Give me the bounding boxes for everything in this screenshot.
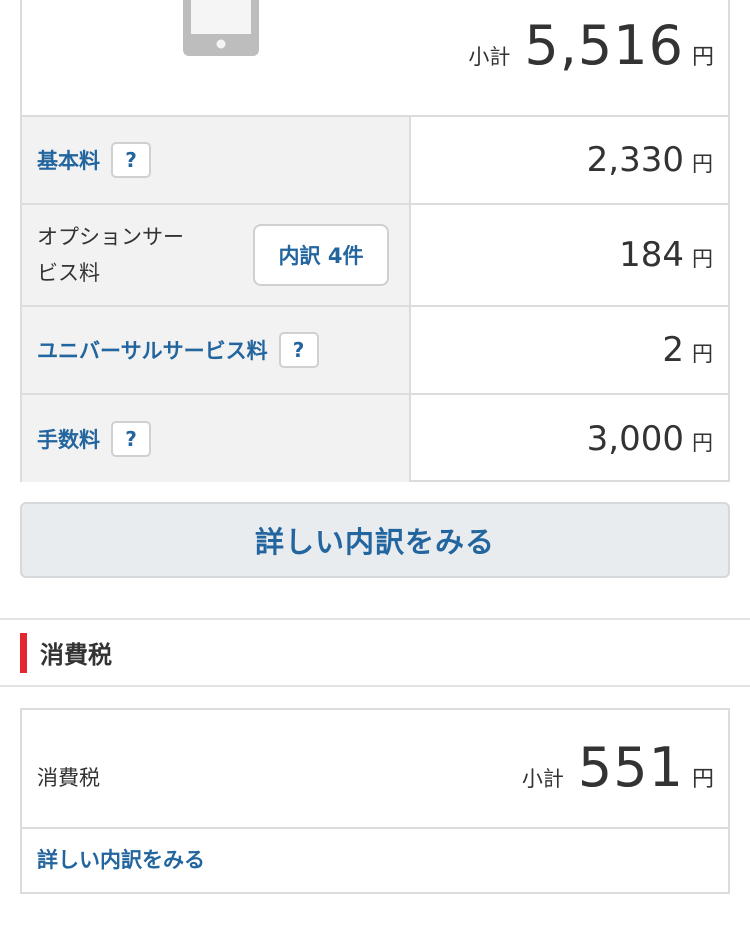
section-title: 消費税 (40, 641, 112, 669)
currency-unit: 円 (692, 342, 713, 366)
subtotal-label: 小計 (468, 45, 511, 69)
fee-label-cell: ユニバーサルサービス料 ? (22, 307, 411, 393)
handling-fee-value: 3,000 (586, 418, 684, 459)
tax-detail-link[interactable]: 詳しい内訳をみる (22, 829, 728, 891)
section-accent-bar (20, 632, 27, 673)
tax-summary: 消費税 小計 551 円 (22, 710, 728, 829)
subtotal-label: 小計 (521, 767, 564, 791)
basic-fee-link[interactable]: 基本料 (37, 145, 100, 175)
tax-name: 消費税 (37, 766, 100, 790)
currency-unit: 円 (691, 767, 714, 792)
subtotal-value: 5,516 (524, 14, 684, 77)
fee-value-cell: 2 円 (411, 307, 728, 393)
tax-card: 消費税 小計 551 円 詳しい内訳をみる (20, 708, 730, 894)
currency-unit: 円 (692, 152, 713, 176)
option-fee-label: オプションサー ビス料 (37, 219, 184, 291)
billing-card: 小計 5,516 円 基本料 ? 2,330 円 オプションサー ビス料 内訳 … (20, 0, 730, 482)
fee-row-universal: ユニバーサルサービス料 ? 2 円 (22, 307, 728, 395)
option-breakdown-button[interactable]: 内訳 4件 (253, 224, 389, 286)
basic-fee-value: 2,330 (586, 140, 684, 180)
fee-value-cell: 184 円 (411, 205, 728, 305)
basic-fee-help-button[interactable]: ? (111, 142, 151, 178)
fee-row-basic: 基本料 ? 2,330 円 (22, 117, 728, 205)
fee-label-cell: 手数料 ? (22, 395, 411, 482)
universal-fee-link[interactable]: ユニバーサルサービス料 (37, 335, 268, 365)
currency-unit: 円 (692, 247, 713, 271)
fee-value-cell: 2,330 円 (411, 117, 728, 203)
tax-section-header: 消費税 (0, 618, 750, 687)
currency-unit: 円 (691, 45, 714, 70)
option-fee-label-line1: オプションサー (37, 225, 184, 249)
fee-row-handling: 手数料 ? 3,000 円 (22, 395, 728, 482)
option-fee-label-line2: ビス料 (37, 261, 100, 285)
fee-row-option: オプションサー ビス料 内訳 4件 184 円 (22, 205, 728, 307)
fee-label-cell: 基本料 ? (22, 117, 411, 203)
smartphone-icon (183, 0, 259, 56)
tax-subtotal-value: 551 (577, 736, 684, 799)
billing-summary: 小計 5,516 円 (22, 0, 728, 117)
universal-fee-value: 2 (662, 330, 684, 370)
tax-subtotal: 小計 551 円 (522, 736, 714, 799)
handling-fee-help-button[interactable]: ? (111, 420, 151, 457)
subtotal: 小計 5,516 円 (468, 14, 714, 77)
fee-label-cell: オプションサー ビス料 内訳 4件 (22, 205, 411, 305)
fee-value-cell: 3,000 円 (411, 395, 728, 482)
detail-breakdown-button[interactable]: 詳しい内訳をみる (20, 502, 730, 578)
option-fee-value: 184 (619, 235, 684, 275)
handling-fee-link[interactable]: 手数料 (37, 424, 100, 454)
universal-fee-help-button[interactable]: ? (278, 332, 319, 368)
currency-unit: 円 (692, 430, 713, 455)
